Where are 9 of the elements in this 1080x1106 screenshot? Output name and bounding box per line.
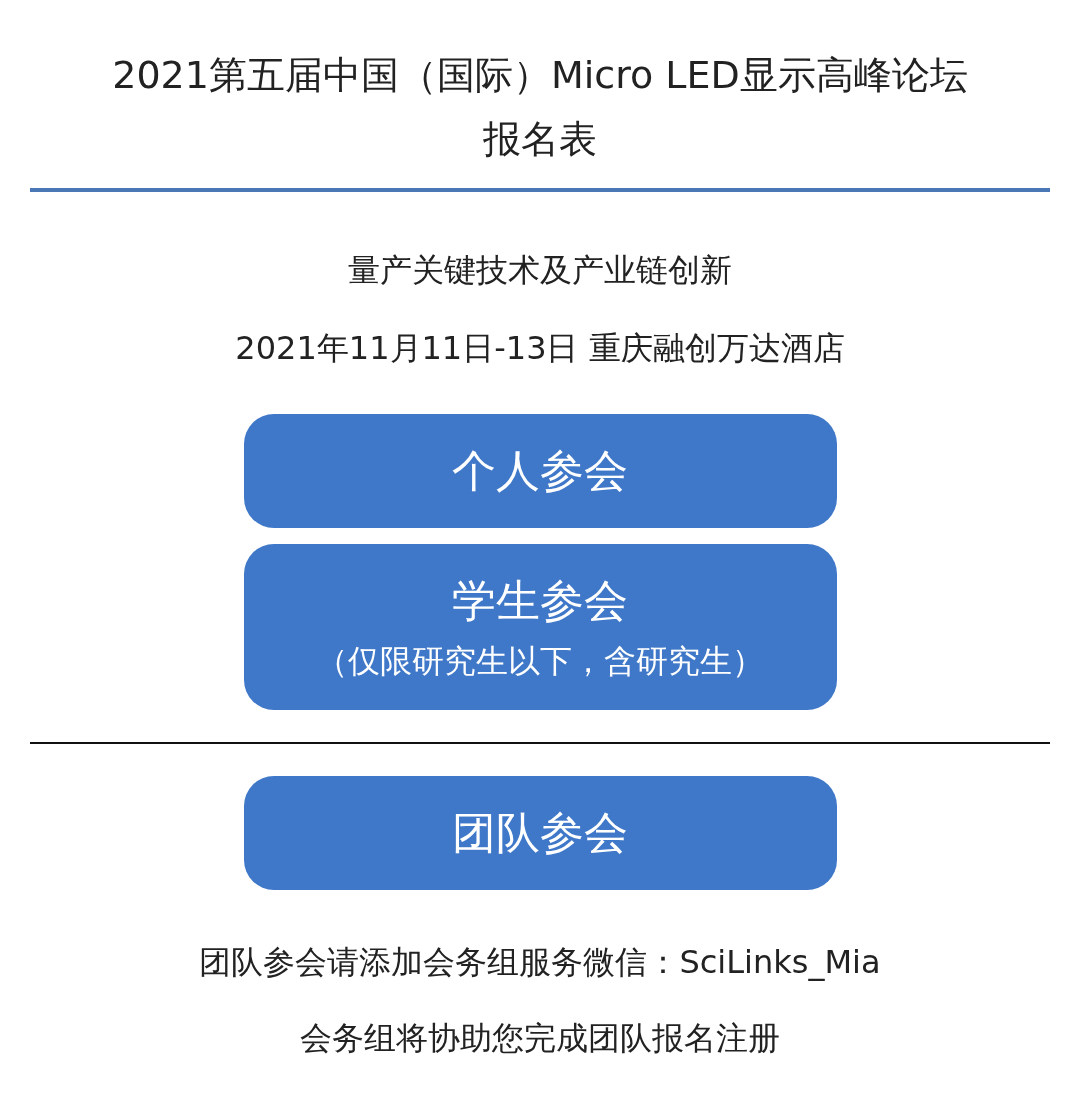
info-text: 2021年11月11日-13日 重庆融创万达酒店	[235, 328, 845, 369]
registration-button[interactable]: 团队参会	[243, 776, 837, 890]
page-title: 报名表	[483, 116, 597, 163]
note-text: 团队参会请添加会务组服务微信：SciLinks_Mia	[199, 942, 881, 983]
info-text: 量产关键技术及产业链创新	[348, 250, 732, 291]
registration-button[interactable]: 个人参会	[243, 414, 837, 528]
page-title: 2021第五届中国（国际）Micro LED显示高峰论坛	[112, 52, 968, 99]
note-text: 会务组将协助您完成团队报名注册	[300, 1018, 780, 1059]
registration-button[interactable]: 学生参会 （仅限研究生以下，含研究生）	[243, 544, 837, 710]
